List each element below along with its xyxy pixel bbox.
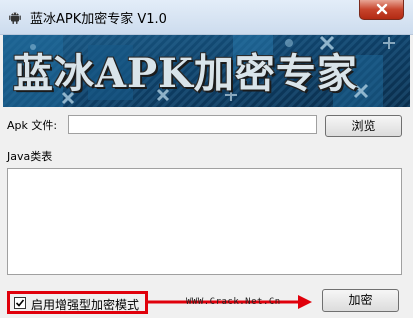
app-banner: 蓝冰APK加密专家: [3, 35, 410, 107]
app-window: 蓝冰APK加密专家 V1.0 蓝冰APK加密专家 Apk 文件: 浏览 Java…: [0, 0, 413, 318]
window-title: 蓝冰APK加密专家 V1.0: [30, 12, 167, 27]
apk-file-field[interactable]: [68, 115, 317, 134]
encrypt-button[interactable]: 加密: [322, 289, 399, 312]
close-button[interactable]: [359, 0, 404, 20]
java-class-list[interactable]: [7, 168, 402, 275]
browse-button[interactable]: 浏览: [325, 115, 402, 137]
java-class-label: Java类表: [7, 150, 53, 163]
enhanced-mode-checkbox[interactable]: [14, 297, 26, 309]
android-icon: [7, 9, 23, 25]
banner-title: 蓝冰APK加密专家: [13, 50, 358, 97]
close-icon: [375, 0, 389, 19]
enhanced-mode-label[interactable]: 启用增强型加密模式: [31, 296, 139, 313]
title-bar[interactable]: 蓝冰APK加密专家 V1.0: [0, 0, 413, 35]
check-icon: [15, 299, 25, 307]
watermark-text: WWW.Crack.Net.Cn: [186, 297, 281, 307]
apk-file-label: Apk 文件:: [7, 119, 58, 132]
